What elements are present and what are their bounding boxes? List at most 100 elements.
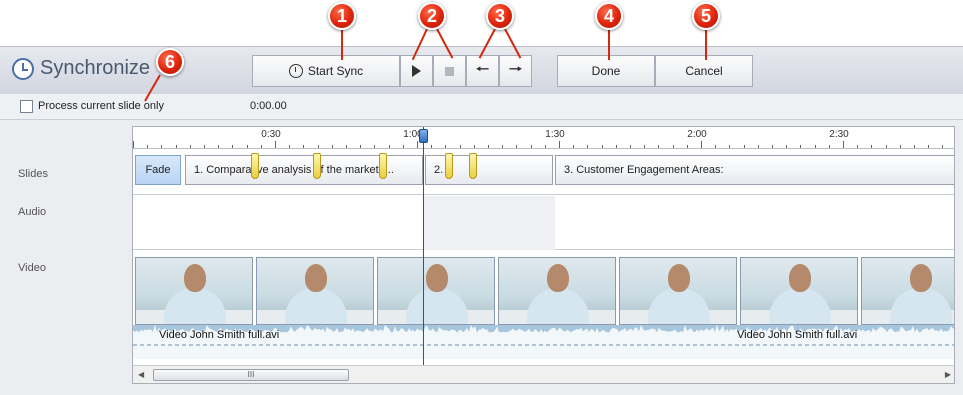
video-thumbnail — [861, 257, 954, 325]
track-label-video: Video — [18, 262, 46, 274]
ruler-tick — [786, 145, 787, 148]
scrollbar-thumb[interactable]: III — [153, 369, 349, 381]
scroll-right-icon[interactable]: ▶ — [945, 370, 951, 379]
track-label-slides: Slides — [18, 168, 48, 180]
slide-label: 2. — [434, 164, 444, 176]
ruler-tick — [445, 145, 446, 148]
ruler-tick — [161, 145, 162, 148]
start-sync-button[interactable]: Start Sync — [252, 55, 400, 87]
ruler-tick — [204, 145, 205, 148]
ruler-tick — [474, 145, 475, 148]
ruler-tick — [332, 145, 333, 148]
ruler-tick — [829, 145, 830, 148]
app-title-text: Synchronize — [40, 57, 151, 79]
timeline-panel: Slides Audio Video 0:30 1:00 1:30 2:00 2… — [0, 120, 963, 395]
ruler-tick — [247, 145, 248, 148]
process-current-slide-label: Process current slide only — [38, 100, 164, 112]
sync-marker[interactable] — [313, 153, 321, 179]
slide-label: 1. Comparative analysis of the market f.… — [194, 164, 394, 176]
video-thumbnail — [740, 257, 858, 325]
video-thumbnail — [256, 257, 374, 325]
ruler-tick — [431, 145, 432, 148]
stop-button[interactable] — [433, 55, 466, 87]
ruler-tick — [729, 145, 730, 148]
ruler-tick — [772, 145, 773, 148]
ruler-tick — [488, 145, 489, 148]
video-clip-label: Video John Smith full.avi — [737, 329, 858, 341]
slides-track[interactable]: Fade 1. Comparative analysis of the mark… — [133, 149, 954, 195]
callout-2: 2 — [418, 2, 446, 30]
video-thumbnail — [377, 257, 495, 325]
callout-6: 6 — [156, 48, 184, 76]
ruler-tick — [843, 141, 844, 148]
audio-gap — [423, 196, 555, 250]
ruler-tick — [800, 145, 801, 148]
video-clip-label: Video John Smith full.avi — [159, 329, 280, 341]
slide-label: 3. Customer Engagement Areas: — [564, 164, 724, 176]
sync-marker[interactable] — [251, 153, 259, 179]
ruler-tick — [531, 145, 532, 148]
scrollbar-grip: III — [247, 370, 255, 379]
ruler-tick — [630, 145, 631, 148]
play-icon — [412, 65, 421, 77]
sync-marker[interactable] — [469, 153, 477, 179]
ruler-label: 1:30 — [545, 129, 565, 140]
playhead-line — [423, 127, 424, 365]
ruler-tick — [360, 145, 361, 148]
ruler-tick — [928, 145, 929, 148]
ruler-tick — [374, 145, 375, 148]
ruler-tick — [190, 145, 191, 148]
next-button[interactable]: 🠒 — [499, 55, 532, 87]
ruler-tick — [389, 145, 390, 148]
ruler-tick — [133, 141, 134, 148]
playhead-handle[interactable] — [419, 129, 428, 143]
ruler-tick — [900, 145, 901, 148]
ruler-tick — [303, 145, 304, 148]
cancel-button[interactable]: Cancel — [655, 55, 753, 87]
arrow-right-icon: 🠒 — [508, 60, 523, 78]
horizontal-scrollbar[interactable]: ◀ III ▶ — [133, 365, 954, 383]
start-sync-label: Start Sync — [307, 64, 364, 78]
timeline[interactable]: 0:30 1:00 1:30 2:00 2:30 Fade 1. Compara… — [132, 126, 955, 384]
stopwatch-icon — [288, 64, 303, 78]
ruler-tick — [545, 145, 546, 148]
slide-1[interactable]: 1. Comparative analysis of the market f.… — [185, 155, 423, 185]
ruler-tick — [417, 141, 418, 148]
slide-fade[interactable]: Fade — [135, 155, 181, 185]
ruler-tick — [218, 145, 219, 148]
time-ruler[interactable]: 0:30 1:00 1:30 2:00 2:30 — [133, 127, 954, 149]
slide-3[interactable]: 3. Customer Engagement Areas: — [555, 155, 954, 185]
callout-3: 3 — [486, 2, 514, 30]
sync-marker[interactable] — [379, 153, 387, 179]
play-button[interactable] — [400, 55, 433, 87]
sync-marker[interactable] — [445, 153, 453, 179]
audio-track[interactable] — [133, 196, 954, 250]
ruler-tick — [346, 145, 347, 148]
video-track[interactable]: Video John Smith full.avi Video John Smi… — [133, 251, 954, 365]
ruler-tick — [289, 145, 290, 148]
video-thumbnail — [619, 257, 737, 325]
stopwatch-icon — [12, 57, 34, 80]
ruler-tick — [616, 145, 617, 148]
ruler-tick — [644, 145, 645, 148]
cancel-label: Cancel — [685, 64, 723, 78]
previous-button[interactable]: 🠐 — [466, 55, 499, 87]
app-title: Synchronize — [12, 57, 150, 80]
ruler-tick — [942, 145, 943, 148]
ruler-tick — [871, 145, 872, 148]
ruler-tick — [914, 145, 915, 148]
ruler-tick — [587, 145, 588, 148]
ruler-tick — [176, 145, 177, 148]
slide-label: Fade — [145, 164, 171, 176]
ruler-label: 2:30 — [829, 129, 849, 140]
ruler-label: 0:30 — [261, 129, 281, 140]
ruler-tick — [602, 145, 603, 148]
scroll-left-icon[interactable]: ◀ — [138, 370, 144, 379]
process-current-slide-checkbox[interactable] — [20, 100, 33, 113]
callout-5-line — [705, 30, 707, 60]
ruler-tick — [701, 141, 702, 148]
ruler-tick — [715, 145, 716, 148]
ruler-tick — [886, 145, 887, 148]
done-button[interactable]: Done — [557, 55, 655, 87]
video-thumbnail — [498, 257, 616, 325]
